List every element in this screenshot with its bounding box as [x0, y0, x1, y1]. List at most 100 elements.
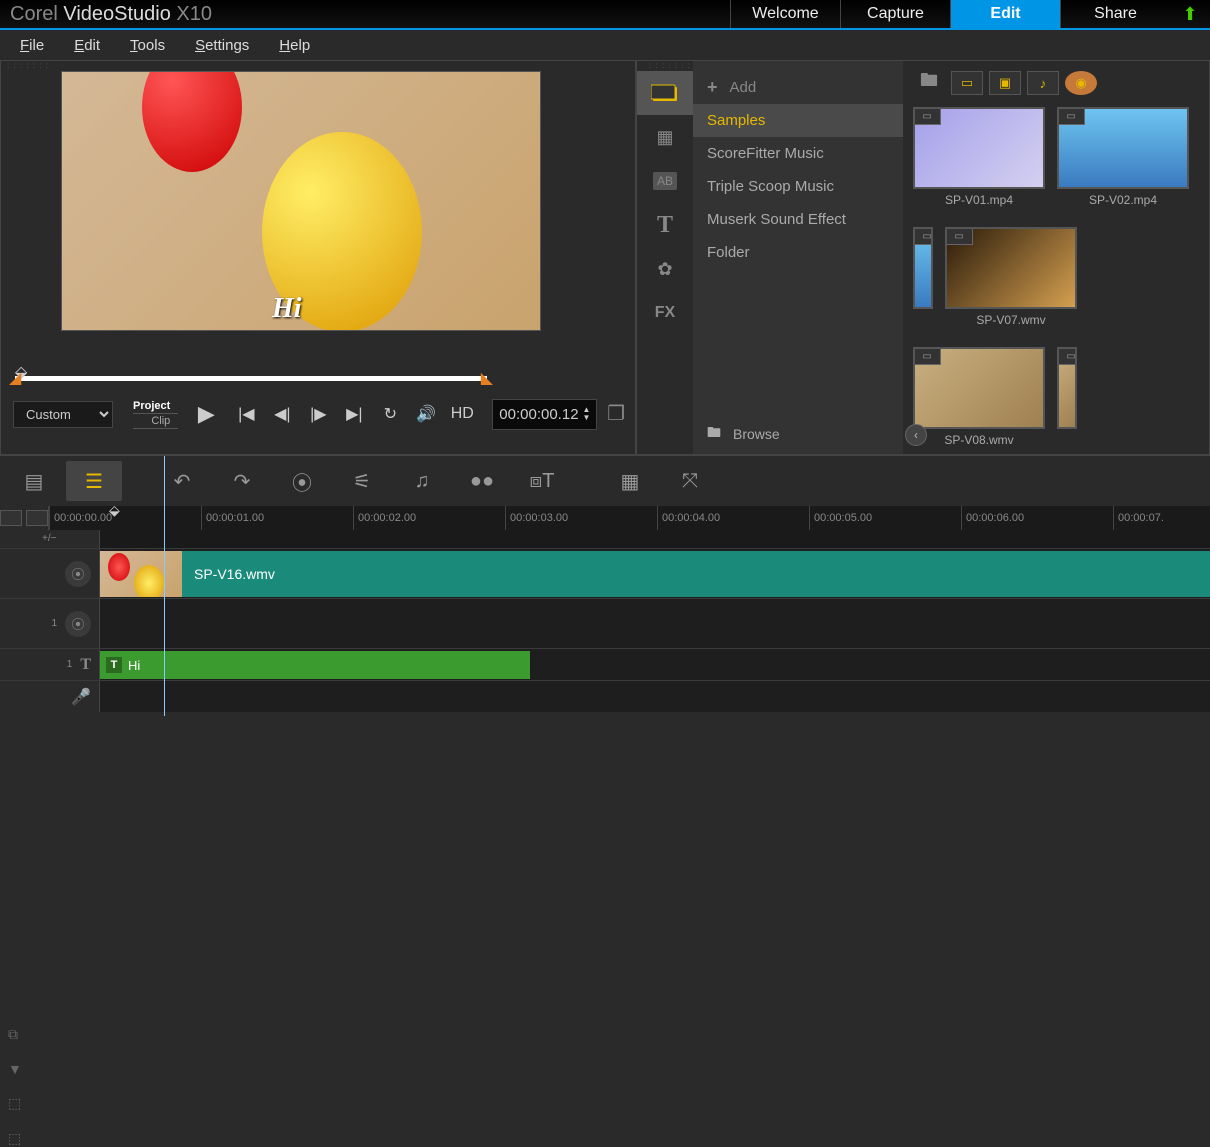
tab-share[interactable]: Share: [1060, 0, 1170, 28]
tab-edit[interactable]: Edit: [950, 0, 1060, 28]
multi-view-button[interactable]: ▦: [602, 461, 658, 501]
timecode-spinner[interactable]: ▲▼: [583, 406, 591, 422]
prev-frame-button[interactable]: ◀|: [266, 398, 298, 430]
library-thumbnails: 🖿 ▭ ▣ ♪ ◉ ▭ SP-V01.mp4 ▭ SP-V02.mp4 ▭: [903, 61, 1209, 454]
overlay-track-icon[interactable]: ⦿: [65, 611, 91, 637]
timeline-toolbar: ▤ ☰ ↶ ↷ ⦿ ⚟ ♫ ●● ⧈T ▦ ⤧: [0, 456, 1210, 506]
timeline-playhead-icon[interactable]: ⬙: [109, 502, 120, 519]
title-badge-icon: T: [106, 657, 122, 673]
project-clip-toggle[interactable]: Project Clip: [133, 399, 178, 429]
category-muserk[interactable]: Muserk Sound Effect: [693, 203, 903, 236]
category-samples[interactable]: Samples: [693, 104, 903, 137]
subtitle-button[interactable]: ⧈T: [514, 461, 570, 501]
mini-icon[interactable]: [26, 510, 48, 526]
zoom-controls[interactable]: +/−: [0, 530, 100, 548]
preview-controls: ⬙ ◢ ◣ Custom Project Clip ▶ |◀ ◀| |▶ ▶| …: [1, 344, 635, 454]
end-button[interactable]: ▶|: [338, 398, 370, 430]
volume-button[interactable]: 🔊: [410, 398, 442, 430]
browse-button[interactable]: 🖿 Browse: [693, 414, 794, 454]
redo-button[interactable]: ↷: [214, 461, 270, 501]
preview-overlay-text: Hi: [272, 293, 302, 325]
graphics-icon[interactable]: ✿: [637, 247, 693, 291]
ruler-tick: 00:00:04.00: [657, 506, 809, 530]
thumb-item[interactable]: ▭ SP-V08.wmv: [913, 347, 1045, 454]
fx-icon[interactable]: FX: [637, 291, 693, 335]
next-frame-button[interactable]: |▶: [302, 398, 334, 430]
menu-help[interactable]: Help: [279, 37, 310, 54]
add-category-button[interactable]: + Add: [693, 71, 903, 104]
mini-icon[interactable]: [0, 510, 22, 526]
scroll-left-button[interactable]: ‹: [905, 424, 927, 446]
preview-video[interactable]: Hi: [61, 71, 541, 331]
ruler-tick: 00:00:05.00: [809, 506, 961, 530]
title-icon[interactable]: T: [637, 203, 693, 247]
video-badge-icon: ▭: [913, 227, 933, 245]
video-clip[interactable]: SP-V16.wmv: [100, 551, 1210, 597]
thumb-item[interactable]: ▭ SP-V01.mp4: [913, 107, 1045, 215]
filter-image-icon[interactable]: ▣: [989, 71, 1021, 95]
scrub-bar[interactable]: ⬙ ◢ ◣: [15, 362, 487, 386]
menu-edit[interactable]: Edit: [74, 37, 100, 54]
thumb-item-partial[interactable]: ▭: [1057, 347, 1077, 454]
audio-mixer-button[interactable]: ⚟: [334, 461, 390, 501]
plus-icon: +: [707, 77, 718, 98]
clip-thumbnail: [100, 551, 182, 597]
trim-end-icon[interactable]: ◣: [481, 368, 493, 388]
overlay-track: 1⦿: [0, 598, 1210, 648]
browse-icon: 🖿: [707, 422, 721, 446]
play-button[interactable]: ▶: [186, 398, 226, 430]
loop-button[interactable]: ↻: [374, 398, 406, 430]
balloon-red-graphic: [142, 71, 242, 172]
video-track-icon[interactable]: ⦿: [65, 561, 91, 587]
category-folder[interactable]: Folder: [693, 236, 903, 269]
hd-button[interactable]: HD: [446, 398, 478, 430]
trim-start-icon[interactable]: ◢: [9, 368, 21, 388]
menu-file[interactable]: File: [20, 37, 44, 54]
home-button[interactable]: |◀: [230, 398, 262, 430]
timeline-view-button[interactable]: ☰: [66, 461, 122, 501]
title-bar: Corel VideoStudio X10 Welcome Capture Ed…: [0, 0, 1210, 30]
track-header-tools[interactable]: [0, 506, 49, 530]
folder-icon[interactable]: 🖿: [913, 71, 945, 95]
auto-music-button[interactable]: ♫: [394, 461, 450, 501]
tab-capture[interactable]: Capture: [840, 0, 950, 28]
ab-icon[interactable]: AB: [637, 159, 693, 203]
motion-tracking-button[interactable]: ●●: [454, 461, 510, 501]
playhead-line[interactable]: [164, 456, 165, 716]
media-library-icon[interactable]: [637, 71, 693, 115]
upload-icon[interactable]: ⬆: [1170, 0, 1210, 28]
transitions-icon[interactable]: ▦: [637, 115, 693, 159]
thumb-item[interactable]: ▭ SP-V02.mp4: [1057, 107, 1189, 215]
preview-pane: : : : : : : : Hi [ ] ✂ ❐ ⬙ ◢ ◣ Custom: [0, 60, 636, 455]
storyboard-view-button[interactable]: ▤: [6, 461, 62, 501]
side-tool-icon[interactable]: ⬚: [8, 1130, 22, 1147]
collapse-icon[interactable]: ▼: [8, 1061, 22, 1077]
record-button[interactable]: ⦿: [274, 461, 330, 501]
grip-icon[interactable]: : : : : : : :: [643, 61, 691, 71]
speed-button[interactable]: ⤧: [662, 461, 718, 501]
timeline-ruler[interactable]: ⬙ 00:00:00.00 00:00:01.00 00:00:02.00 00…: [49, 506, 1210, 530]
thumb-item[interactable]: ▭ SP-V07.wmv: [945, 227, 1077, 335]
menu-settings[interactable]: Settings: [195, 37, 249, 54]
category-scorefitter[interactable]: ScoreFitter Music: [693, 137, 903, 170]
timecode-field[interactable]: 00:00:00.12 ▲▼: [492, 399, 597, 430]
grip-icon[interactable]: : : : : : : :: [1, 61, 635, 71]
thumb-item-partial[interactable]: ▭: [913, 227, 933, 335]
library-sidebar: ▦ AB T ✿ FX: [637, 61, 693, 454]
voice-track-icon[interactable]: 🎤: [71, 687, 91, 707]
tab-welcome[interactable]: Welcome: [730, 0, 840, 28]
undo-button[interactable]: ↶: [154, 461, 210, 501]
filter-other-icon[interactable]: ◉: [1065, 71, 1097, 95]
filter-audio-icon[interactable]: ♪: [1027, 71, 1059, 95]
video-badge-icon: ▭: [945, 227, 973, 245]
preview-mode-select[interactable]: Custom: [13, 401, 113, 428]
video-badge-icon: ▭: [913, 107, 941, 125]
menu-tools[interactable]: Tools: [130, 37, 165, 54]
side-tool-icon[interactable]: ⬚: [8, 1095, 22, 1112]
ruler-tick: 00:00:00.00: [49, 506, 201, 530]
category-triplescoop[interactable]: Triple Scoop Music: [693, 170, 903, 203]
title-track-icon[interactable]: T: [80, 656, 91, 674]
filter-video-icon[interactable]: ▭: [951, 71, 983, 95]
side-tool-icon[interactable]: ⧉: [8, 1026, 22, 1043]
main-tabs: Welcome Capture Edit Share ⬆: [730, 0, 1210, 28]
